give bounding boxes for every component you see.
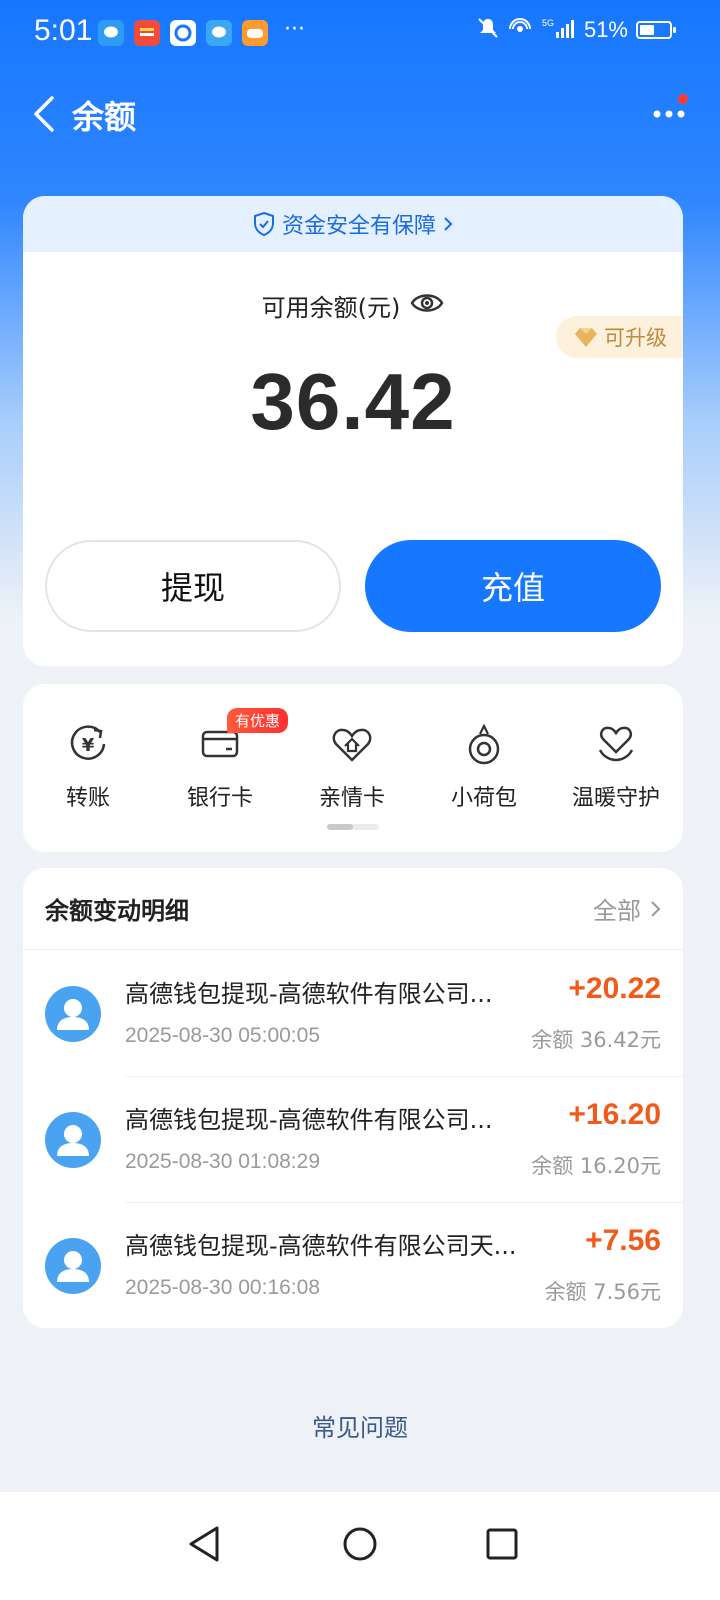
fund-safety-text: 资金安全有保障 (281, 214, 436, 239)
transactions-title: 余额变动明细 (45, 897, 189, 925)
svg-text:¥: ¥ (82, 735, 95, 756)
small-purse-icon (460, 720, 508, 768)
view-all-link[interactable]: 全部 (593, 891, 661, 926)
signal-icon: 5G (542, 16, 576, 44)
avatar-icon (45, 986, 101, 1042)
mute-icon (476, 16, 500, 44)
transaction-row[interactable]: 高德钱包提现-高德软件有限公司... 2025-08-30 01:08:29 +… (23, 1076, 683, 1202)
wallet-app-icon (134, 20, 160, 46)
balance-amount: 36.42 (250, 357, 456, 446)
transaction-balance: 余额 36.42元 (531, 1028, 661, 1052)
transaction-amount: +16.20 (568, 1098, 661, 1131)
transaction-time: 2025-08-30 00:16:08 (125, 1276, 320, 1299)
nav-recents-button[interactable] (472, 1514, 532, 1574)
battery-icon (636, 21, 676, 39)
notification-icons: ··· (98, 17, 305, 46)
page-title: 余额 (72, 98, 137, 136)
transaction-name: 高德钱包提现-高德软件有限公司... (125, 980, 493, 1008)
system-nav-bar (0, 1492, 720, 1600)
nav-back-icon (189, 1526, 219, 1562)
nav-home-icon (343, 1527, 377, 1561)
quick-action-family-card[interactable]: 亲情卡 (287, 720, 417, 812)
svg-text:5G: 5G (542, 18, 554, 28)
chat-app-icon (98, 20, 124, 46)
quick-action-bank-card[interactable]: 有优惠 银行卡 (155, 708, 289, 812)
fund-safety-link[interactable]: 资金安全有保障 (23, 196, 683, 252)
avatar-icon (45, 1112, 101, 1168)
notification-dot (678, 94, 688, 104)
status-bar: 5:01 ··· 5G 51% (0, 0, 720, 66)
upgrade-tag[interactable]: 可升级 (556, 316, 683, 358)
transaction-row[interactable]: 高德钱包提现-高德软件有限公司天... 2025-08-30 00:16:08 … (23, 1202, 683, 1328)
hotspot-icon (508, 16, 534, 44)
quick-action-small-purse[interactable]: 小荷包 (419, 720, 549, 812)
transaction-amount: +20.22 (568, 972, 661, 1005)
transaction-row[interactable]: 高德钱包提现-高德软件有限公司... 2025-08-30 05:00:05 +… (23, 950, 683, 1076)
transactions-card: 余额变动明细 全部 高德钱包提现-高德软件有限公司... 2025-08-30 … (23, 868, 683, 1328)
nav-recents-icon (486, 1528, 518, 1560)
family-card-icon (328, 720, 376, 768)
transaction-balance: 余额 7.56元 (544, 1280, 661, 1304)
view-all-label: 全部 (593, 897, 641, 925)
message-app-icon (206, 20, 232, 46)
chevron-right-icon (444, 217, 453, 231)
quick-action-label: 转账 (65, 786, 110, 811)
warm-guard-icon (592, 720, 640, 768)
quick-action-label: 小荷包 (450, 786, 517, 811)
back-button[interactable] (22, 92, 66, 136)
transaction-time: 2025-08-30 01:08:29 (125, 1150, 320, 1173)
page-indicator (327, 824, 379, 830)
transaction-name: 高德钱包提现-高德软件有限公司天... (125, 1232, 517, 1260)
eye-toggle-icon[interactable] (410, 291, 444, 321)
balance-card: 资金安全有保障 可用余额(元) 可升级 36.42 提现 充值 (23, 196, 683, 666)
offer-badge: 有优惠 (227, 708, 289, 733)
chevron-right-icon (651, 900, 661, 917)
quick-action-label: 亲情卡 (318, 786, 385, 811)
back-arrow-icon (34, 96, 54, 132)
status-right: 5G 51% (476, 16, 676, 44)
transfer-icon: ¥ (64, 720, 112, 768)
quick-actions-card: ¥ 转账 有优惠 银行卡 亲情卡 小荷包 温暖守护 (23, 684, 683, 852)
diamond-icon (575, 328, 597, 347)
app-header: 余额 (0, 80, 720, 150)
shield-icon (253, 211, 274, 237)
transaction-time: 2025-08-30 05:00:05 (125, 1024, 320, 1047)
quick-action-label: 银行卡 (186, 786, 253, 811)
browser-app-icon (170, 20, 196, 46)
more-options-button[interactable] (644, 94, 694, 134)
battery-percent: 51% (583, 17, 628, 42)
status-time: 5:01 (34, 14, 93, 47)
quick-action-label: 温暖守护 (571, 786, 660, 811)
avatar-icon (45, 1238, 101, 1294)
upgrade-label: 可升级 (604, 326, 667, 350)
withdraw-button[interactable]: 提现 (45, 540, 341, 632)
quick-action-warm-guard[interactable]: 温暖守护 (551, 720, 681, 812)
more-dots-icon (653, 110, 685, 118)
transaction-amount: +7.56 (585, 1224, 661, 1257)
transaction-balance: 余额 16.20元 (531, 1154, 661, 1178)
nav-home-button[interactable] (330, 1514, 390, 1574)
quick-action-transfer[interactable]: ¥ 转账 (23, 720, 153, 812)
game-app-icon (242, 20, 268, 46)
more-notifications-icon: ··· (284, 17, 305, 42)
balance-label: 可用余额(元) (261, 294, 401, 322)
nav-back-button[interactable] (174, 1514, 234, 1574)
faq-link[interactable]: 常见问题 (0, 1408, 720, 1443)
recharge-button[interactable]: 充值 (365, 540, 661, 632)
transactions-header: 余额变动明细 全部 (23, 868, 683, 950)
transaction-name: 高德钱包提现-高德软件有限公司... (125, 1106, 493, 1134)
